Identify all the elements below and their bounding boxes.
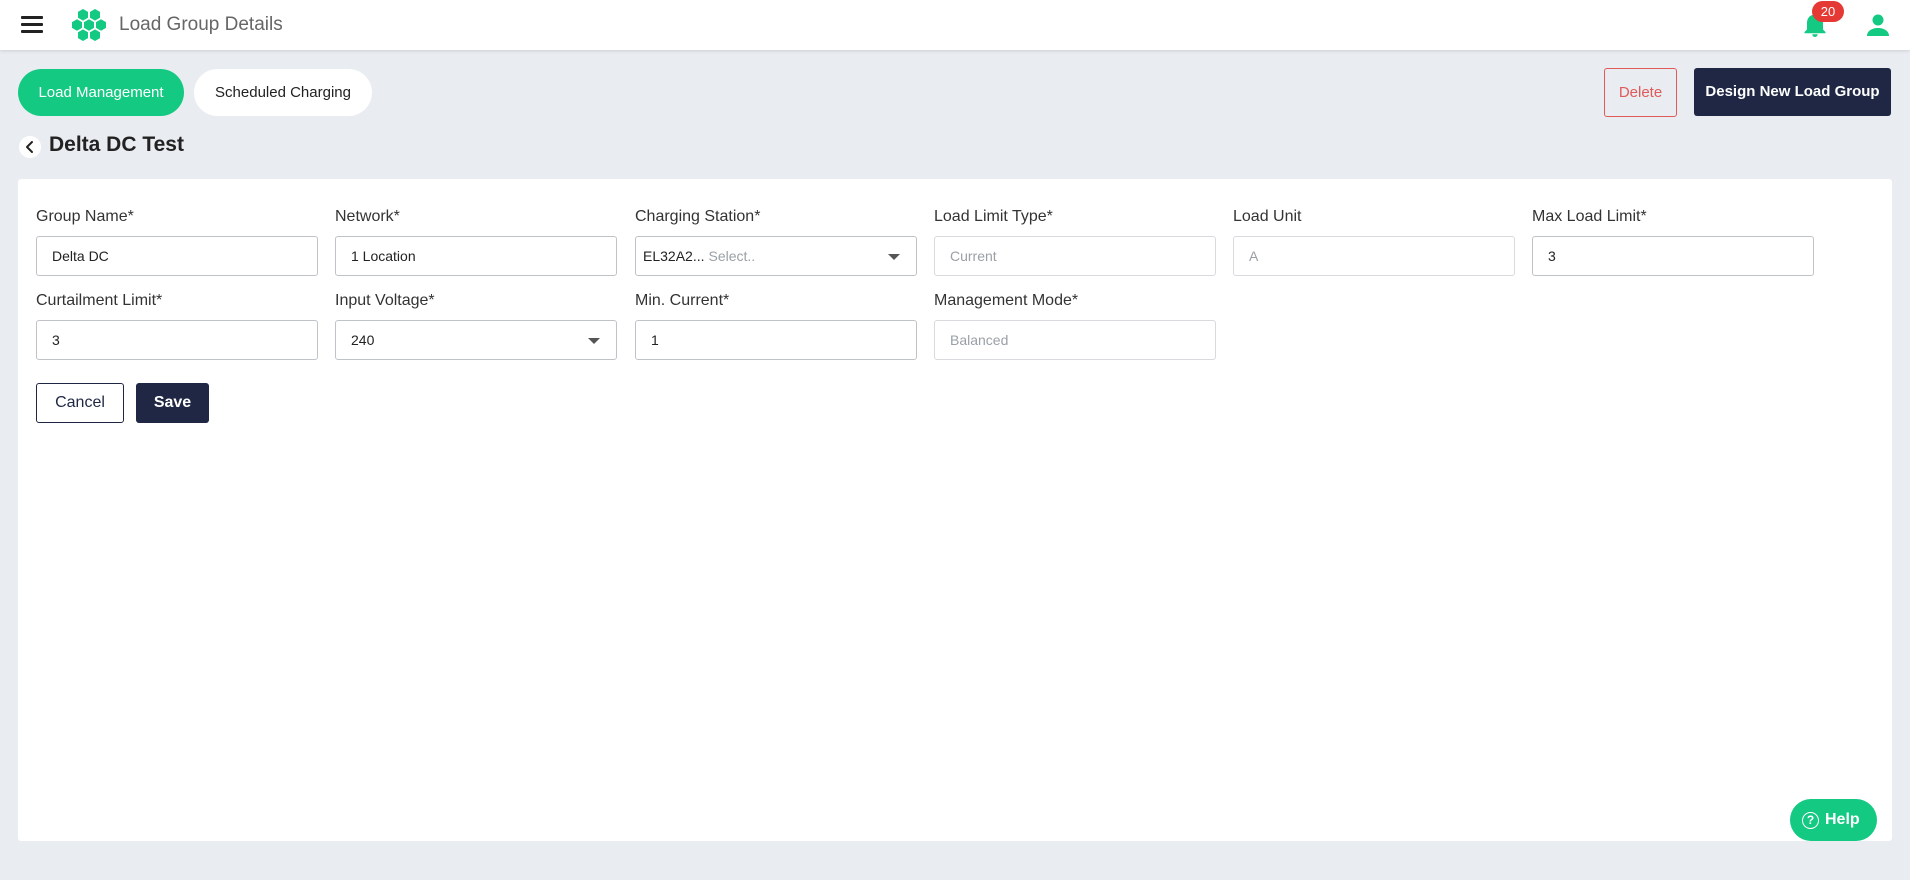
hamburger-menu-icon[interactable] (21, 16, 43, 33)
hexagon-logo-icon (72, 9, 106, 41)
load-unit-input: A (1233, 236, 1515, 276)
charging-station-select[interactable]: EL32A2... Select.. (635, 236, 917, 276)
app-title: Load Group Details (119, 14, 283, 35)
load-unit-label: Load Unit (1233, 208, 1302, 225)
charging-station-label: Charging Station* (635, 208, 761, 225)
management-mode-field: Management Mode* Balanced (934, 290, 1216, 360)
max-load-limit-label: Max Load Limit* (1532, 208, 1647, 225)
cancel-button[interactable]: Cancel (36, 383, 124, 423)
chevron-down-icon[interactable] (888, 254, 900, 260)
load-limit-type-label: Load Limit Type* (934, 208, 1053, 225)
load-unit-field: Load Unit A (1233, 206, 1515, 276)
save-button[interactable]: Save (136, 383, 209, 423)
help-button[interactable]: ? Help (1790, 799, 1877, 841)
network-label: Network* (335, 208, 400, 225)
tab-load-management[interactable]: Load Management (18, 69, 184, 116)
notification-badge: 20 (1812, 1, 1844, 22)
min-current-field: Min. Current* 1 (635, 290, 917, 360)
group-name-field: Group Name* Delta DC (36, 206, 318, 276)
min-current-label: Min. Current* (635, 292, 730, 309)
curtailment-limit-field: Curtailment Limit* 3 (36, 290, 318, 360)
load-group-form-card: Group Name* Delta DC Network* 1 Location… (18, 179, 1892, 841)
curtailment-limit-label: Curtailment Limit* (36, 292, 163, 309)
max-load-limit-input[interactable]: 3 (1532, 236, 1814, 276)
input-voltage-value: 240 (351, 332, 375, 348)
max-load-limit-field: Max Load Limit* 3 (1532, 206, 1814, 276)
delete-button[interactable]: Delete (1604, 68, 1677, 117)
back-chevron-icon[interactable] (19, 136, 41, 158)
group-name-input[interactable]: Delta DC (36, 236, 318, 276)
min-current-input[interactable]: 1 (635, 320, 917, 360)
tab-scheduled-charging[interactable]: Scheduled Charging (194, 69, 372, 116)
group-name-label: Group Name* (36, 208, 134, 225)
help-label: Help (1825, 811, 1860, 828)
charging-station-placeholder: Select.. (708, 248, 756, 264)
load-limit-type-field: Load Limit Type* Current (934, 206, 1216, 276)
user-profile-icon[interactable] (1865, 13, 1891, 37)
network-input[interactable]: 1 Location (335, 236, 617, 276)
top-bar: Load Group Details 20 (0, 0, 1910, 50)
page-title: Delta DC Test (49, 133, 184, 156)
load-limit-type-input: Current (934, 236, 1216, 276)
chevron-down-icon[interactable] (588, 338, 600, 344)
design-new-load-group-button[interactable]: Design New Load Group (1694, 68, 1891, 116)
charging-station-selected-chip[interactable]: EL32A2... (636, 248, 705, 264)
input-voltage-label: Input Voltage* (335, 292, 435, 309)
input-voltage-field: Input Voltage* 240 (335, 290, 617, 360)
help-question-icon: ? (1802, 812, 1819, 829)
input-voltage-select[interactable]: 240 (335, 320, 617, 360)
management-mode-input: Balanced (934, 320, 1216, 360)
curtailment-limit-input[interactable]: 3 (36, 320, 318, 360)
network-field: Network* 1 Location (335, 206, 617, 276)
charging-station-field: Charging Station* EL32A2... Select.. (635, 206, 917, 276)
management-mode-label: Management Mode* (934, 292, 1079, 309)
